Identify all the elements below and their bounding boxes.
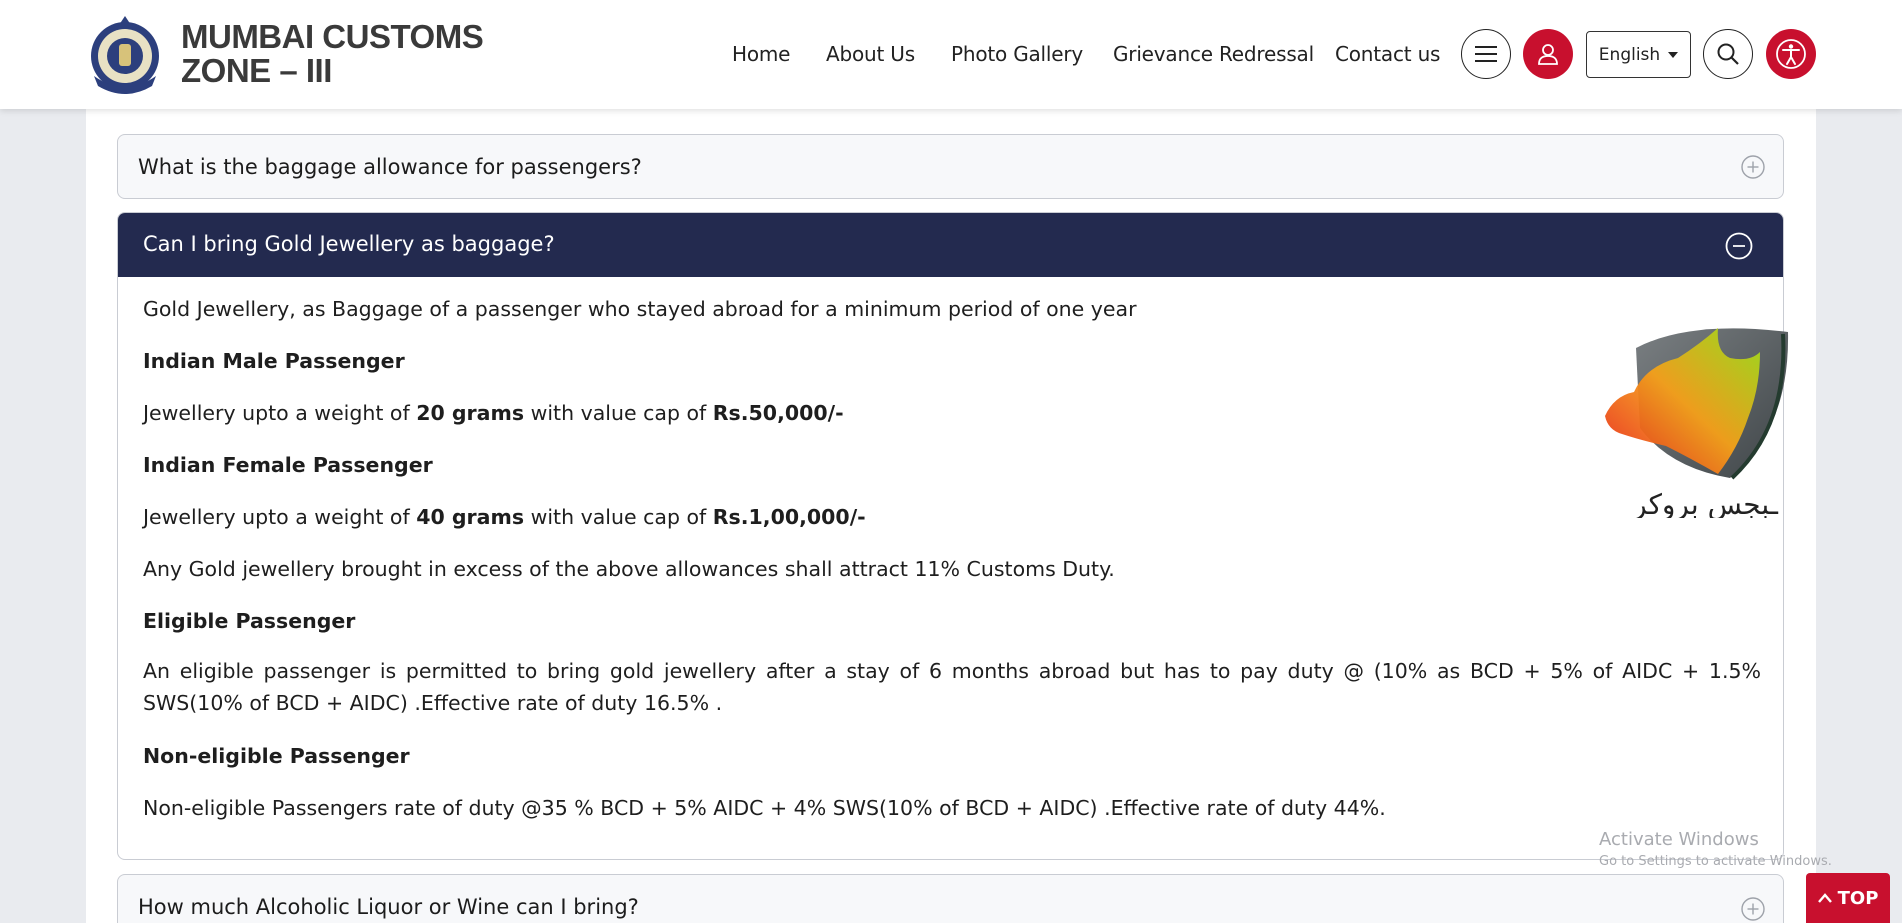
activate-title: Activate Windows — [1599, 829, 1759, 850]
nav-contact-us[interactable]: Contact us — [1335, 42, 1440, 66]
nav-photo-gallery[interactable]: Photo Gallery — [951, 42, 1083, 66]
male-cap: Rs.50,000/- — [712, 401, 844, 425]
faq-item-alcoholic-liquor[interactable]: How much Alcoholic Liquor or Wine can I … — [117, 874, 1784, 923]
eligible-text: An eligible passenger is permitted to br… — [143, 659, 1761, 715]
customs-emblem-icon[interactable] — [86, 14, 164, 94]
female-allowance: Jewellery upto a weight of 40 grams with… — [143, 505, 866, 529]
excess-duty-text: Any Gold jewellery brought in excess of … — [143, 557, 1115, 581]
female-cap: Rs.1,00,000/- — [712, 505, 866, 529]
nav-about-us[interactable]: About Us — [826, 42, 915, 66]
accessibility-button[interactable] — [1766, 29, 1816, 79]
activate-subtitle: Go to Settings to activate Windows. — [1599, 854, 1832, 869]
watermark-text: ـبجس بروكر — [1631, 488, 1779, 518]
nav-grievance-redressal[interactable]: Grievance Redressal — [1113, 42, 1314, 66]
faq-question: Can I bring Gold Jewellery as baggage? — [143, 232, 555, 256]
faq-item-gold-jewellery: Can I bring Gold Jewellery as baggage? G… — [117, 212, 1784, 860]
language-selected: English — [1598, 44, 1661, 65]
brand-line-1: MUMBAI CUSTOMS — [181, 18, 484, 55]
male-weight: 20 grams — [416, 401, 525, 425]
male-allowance: Jewellery upto a weight of 20 grams with… — [143, 401, 844, 425]
accessibility-icon — [1776, 39, 1806, 69]
minus-circle-icon[interactable] — [1725, 232, 1753, 260]
user-icon — [1538, 44, 1558, 65]
female-text-mid: with value cap of — [524, 505, 713, 529]
female-text-pre: Jewellery upto a weight of — [143, 505, 417, 529]
male-heading: Indian Male Passenger — [143, 349, 405, 373]
plus-circle-icon[interactable] — [1741, 155, 1765, 179]
watermark-lion-logo: ـبجس بروكر — [1605, 328, 1789, 518]
language-select[interactable]: English — [1586, 31, 1691, 78]
back-to-top-label: TOP — [1837, 887, 1879, 909]
female-heading: Indian Female Passenger — [143, 453, 433, 477]
search-icon — [1717, 43, 1739, 65]
back-to-top-button[interactable]: TOP — [1806, 873, 1890, 923]
chevron-down-icon — [1668, 51, 1679, 58]
nav-home[interactable]: Home — [732, 42, 790, 66]
noneligible-text: Non-eligible Passengers rate of duty @35… — [143, 796, 1386, 820]
faq-question-header[interactable]: Can I bring Gold Jewellery as baggage? — [118, 213, 1783, 277]
brand-line-2: ZONE – III — [181, 52, 332, 89]
faq-question: What is the baggage allowance for passen… — [138, 155, 642, 179]
male-text-pre: Jewellery upto a weight of — [143, 401, 417, 425]
site-header: MUMBAI CUSTOMS ZONE – III Home About Us … — [0, 0, 1902, 109]
eligible-heading: Eligible Passenger — [143, 609, 356, 633]
user-button[interactable] — [1523, 29, 1573, 79]
menu-button[interactable] — [1461, 29, 1511, 79]
hamburger-menu-icon — [1475, 46, 1497, 62]
search-button[interactable] — [1703, 29, 1753, 79]
noneligible-heading: Non-eligible Passenger — [143, 744, 410, 768]
faq-question: How much Alcoholic Liquor or Wine can I … — [138, 895, 639, 919]
plus-circle-icon[interactable] — [1741, 897, 1765, 921]
male-text-mid: with value cap of — [524, 401, 713, 425]
female-weight: 40 grams — [416, 505, 525, 529]
answer-intro: Gold Jewellery, as Baggage of a passenge… — [143, 297, 1137, 321]
chevron-up-icon — [1817, 893, 1832, 903]
site-brand[interactable]: MUMBAI CUSTOMS ZONE – III — [181, 18, 484, 89]
windows-activation-notice: Activate Windows Go to Settings to activ… — [1599, 829, 1832, 869]
faq-item-baggage-allowance[interactable]: What is the baggage allowance for passen… — [117, 134, 1784, 199]
